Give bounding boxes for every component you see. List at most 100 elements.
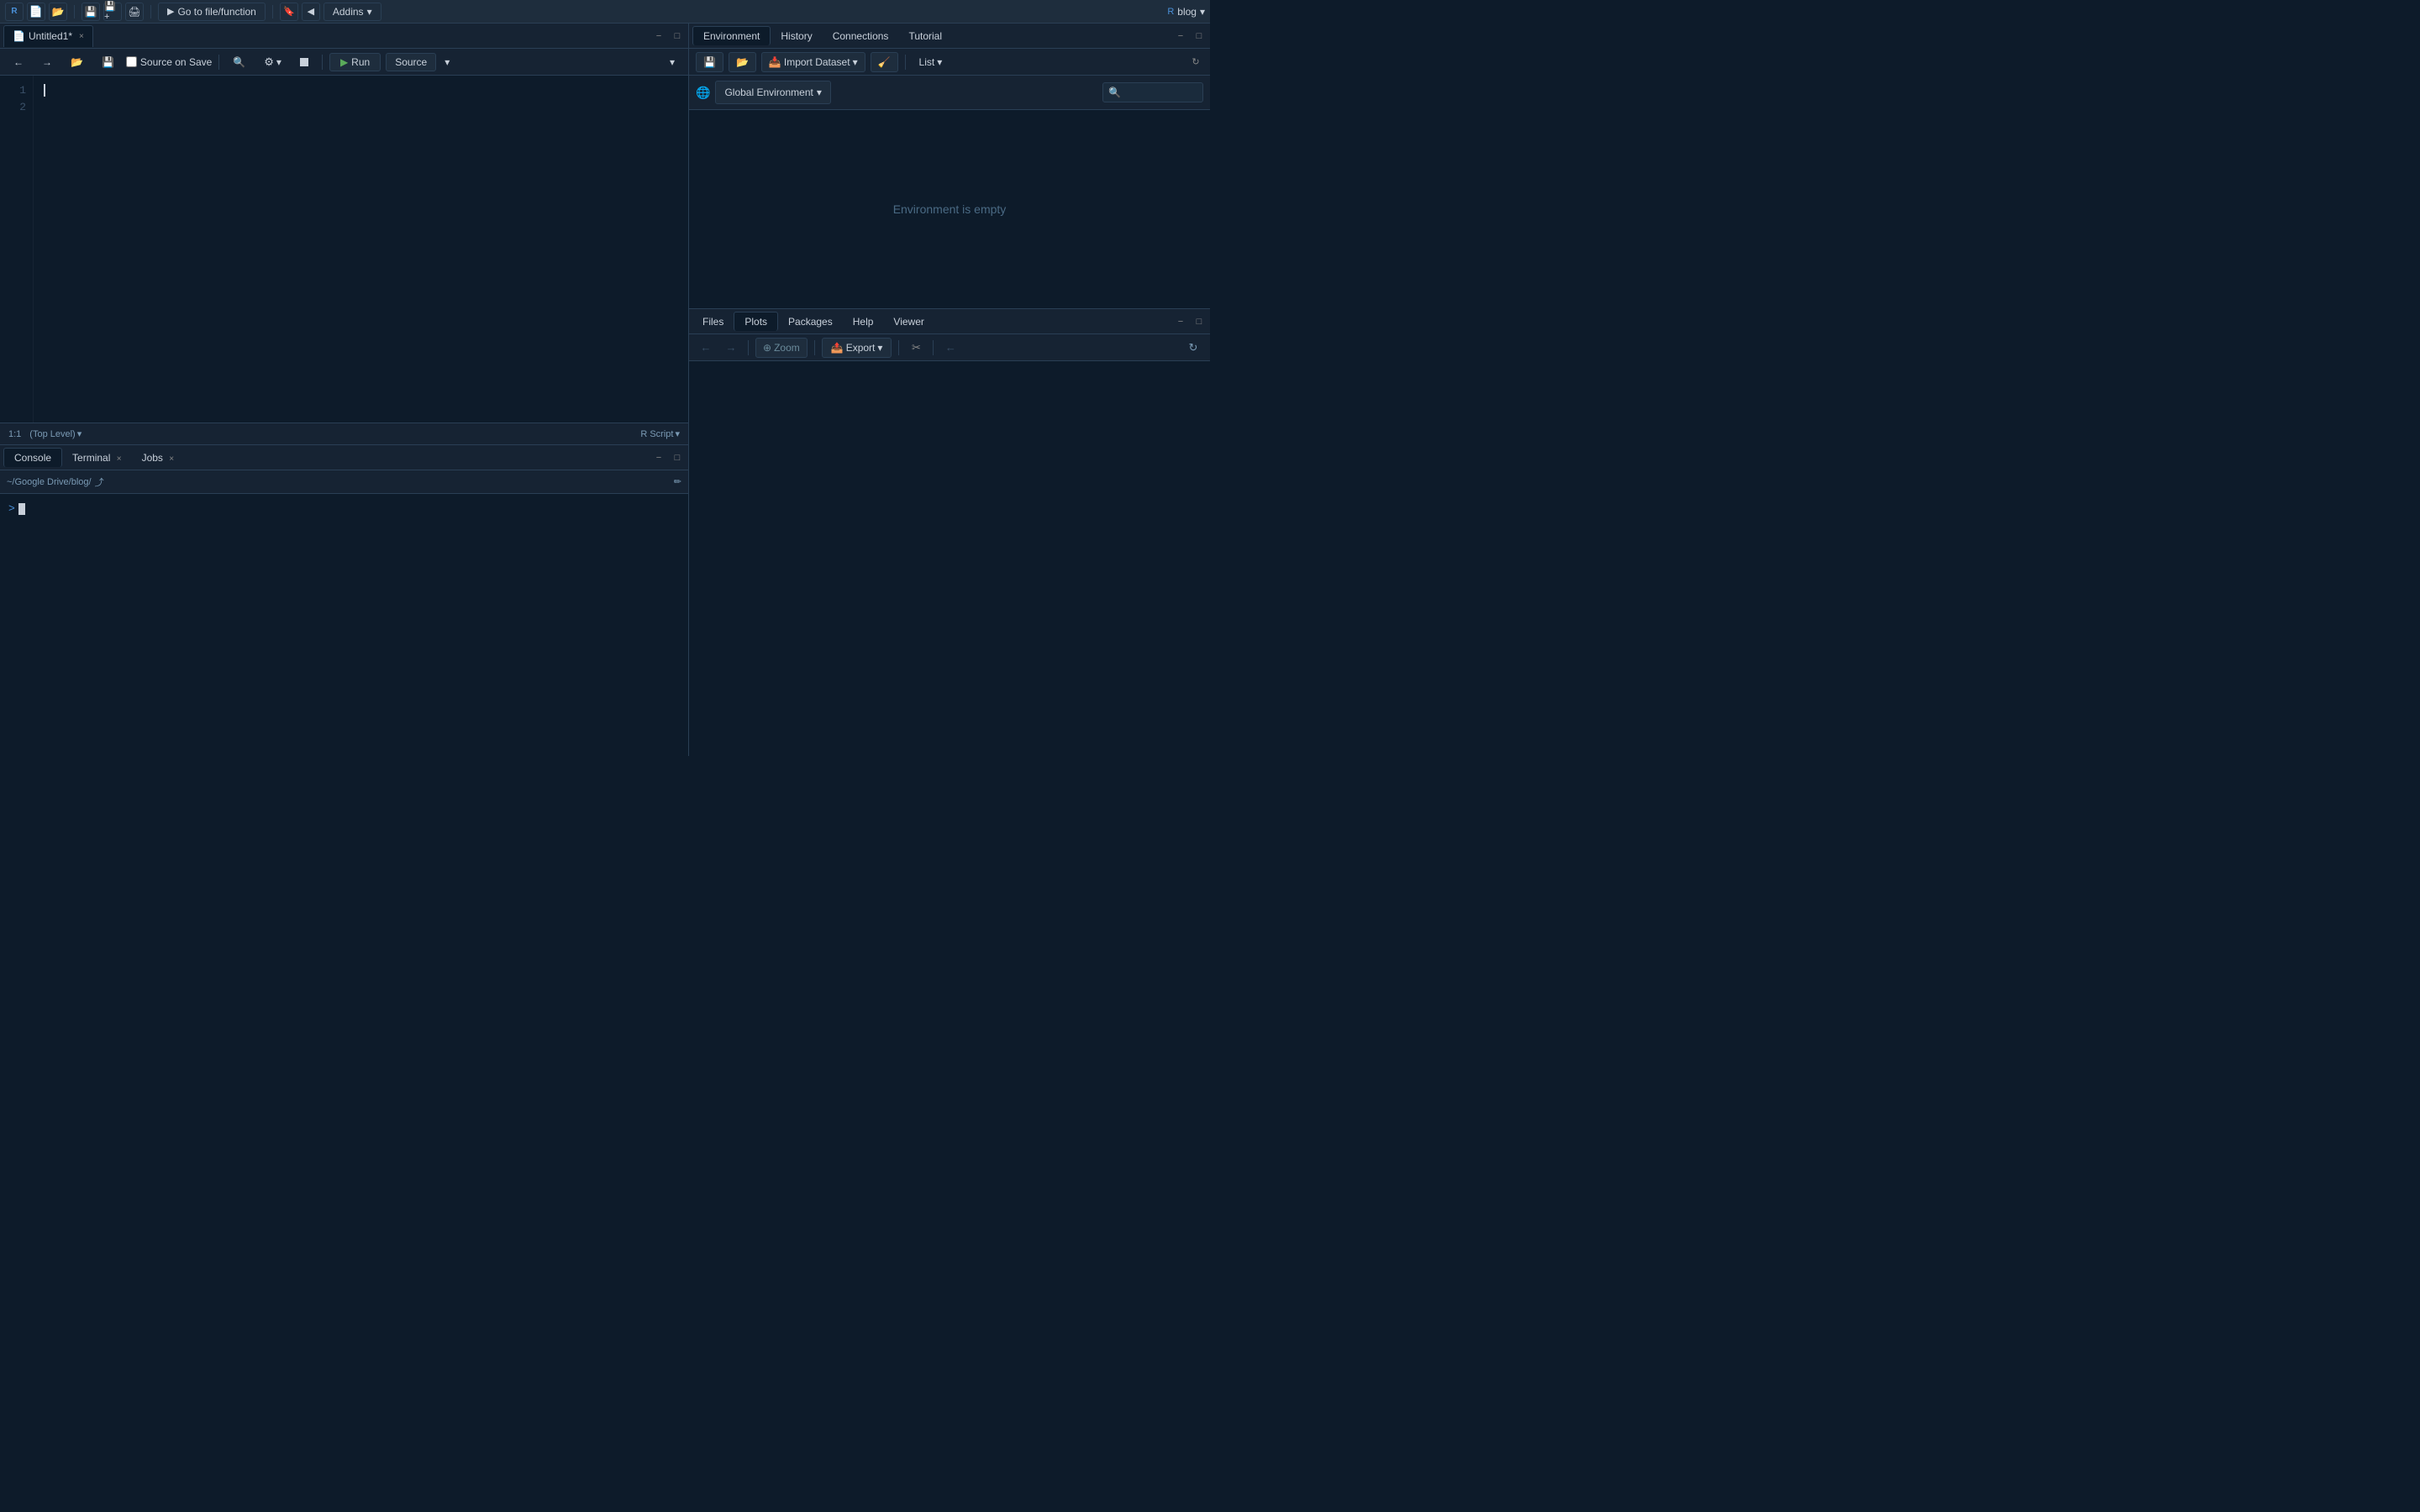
back-nav-button[interactable]: ◀ [302,3,320,21]
env-save-icon: 💾 [703,56,716,68]
env-save-button[interactable]: 💾 [696,52,723,72]
files-collapse-button[interactable]: − [1173,314,1188,329]
editor-tabbar: 📄 Untitled1* × − □ [0,24,688,49]
console-collapse-button[interactable]: − [651,450,666,465]
stop-button[interactable] [293,52,315,72]
files-maximize-button[interactable]: □ [1192,314,1207,329]
delete-plot-button[interactable]: ✂ [906,338,926,358]
env-refresh-button[interactable]: ↻ [1188,55,1203,70]
env-tab-environment[interactable]: Environment [692,26,771,45]
plots-refresh-button[interactable]: ↻ [1183,338,1203,358]
collapse-button[interactable]: − [651,29,666,44]
new-file-button[interactable]: 📄 [27,3,45,21]
run-button[interactable]: ▶ Run [329,53,381,71]
files-sep4 [933,340,934,355]
save-toolbar-button[interactable]: 💾 [95,52,121,72]
script-type-arrow: ▾ [675,428,680,439]
source-on-save-checkbox[interactable] [126,56,137,67]
env-tab-environment-label: Environment [703,30,760,42]
global-env-label: Global Environment [724,87,813,98]
console-maximize-button[interactable]: □ [670,450,685,465]
back-button[interactable]: ← [7,52,30,72]
env-tab-history[interactable]: History [771,27,822,45]
files-tab-plots[interactable]: Plots [734,312,778,331]
global-env-arrow: ▾ [817,87,822,98]
global-env-dropdown[interactable]: Global Environment ▾ [715,81,830,104]
save-icon: 💾 [102,56,114,68]
files-content [689,361,1210,756]
terminal-tab-close[interactable]: × [117,454,122,464]
format-icon: ▾ [670,56,675,68]
print-button[interactable]: 🖨 [125,3,144,21]
maximize-button[interactable]: □ [670,29,685,44]
code-tools-button[interactable]: ⚙ ▾ [257,52,288,72]
files-tab-packages[interactable]: Packages [778,312,843,331]
files-tab-files[interactable]: Files [692,312,734,331]
open-button[interactable]: 📂 [49,3,67,21]
go-to-function-button[interactable]: ▶ Go to file/function [158,3,266,21]
format-button[interactable]: ▾ [663,52,681,72]
files-tab-files-label: Files [702,316,723,328]
code-editor[interactable]: 1 2 [0,76,688,423]
console-path-link-icon[interactable]: ⤴ [95,475,104,489]
separator [74,5,75,18]
env-tab-tutorial-label: Tutorial [908,30,942,42]
terminal-tab[interactable]: Terminal × [62,449,132,467]
folder-button[interactable]: 📂 [64,52,90,72]
source-label: Source [395,56,427,68]
bookmark-button[interactable]: 🔖 [280,3,298,21]
env-search-input[interactable] [1102,82,1203,102]
prev-plot-button[interactable]: ← [940,338,960,358]
source-button[interactable]: Source [386,53,436,71]
env-import-button[interactable]: 📥 Import Dataset ▾ [761,52,865,72]
export-button[interactable]: 📤 Export ▾ [822,338,892,358]
source-on-save-label[interactable]: Source on Save [126,56,212,68]
r-logo[interactable]: R [5,3,24,21]
env-collapse-button[interactable]: − [1173,29,1188,44]
env-tab-tutorial[interactable]: Tutorial [898,27,952,45]
console-edit-icon[interactable]: ✏ [674,476,681,487]
jobs-tab-close[interactable]: × [169,454,174,464]
zoom-label: Zoom [774,342,800,354]
top-level-dropdown[interactable]: (Top Level) ▾ [29,428,82,439]
console-content[interactable]: > [0,494,688,756]
files-tab-help[interactable]: Help [843,312,884,331]
right-panel: Environment History Connections Tutorial… [689,24,1210,756]
files-tab-viewer[interactable]: Viewer [883,312,934,331]
stop-icon [300,58,308,66]
plots-back-button[interactable]: ← [696,338,716,358]
tab-label: Untitled1* [29,30,72,42]
plots-forward-button[interactable]: → [721,338,741,358]
zoom-button[interactable]: ⊕ Zoom [755,338,808,358]
script-type-dropdown[interactable]: R Script ▾ [640,428,680,439]
source-dropdown-button[interactable]: ▾ [441,52,453,72]
code-content[interactable] [34,76,688,423]
env-tab-history-label: History [781,30,812,42]
console-prompt-line: > [8,502,680,515]
save-all-button[interactable]: 💾+ [103,3,122,21]
zoom-icon: ⊕ [763,342,771,354]
env-maximize-button[interactable]: □ [1192,29,1207,44]
code-tools-icon: ⚙ [264,55,274,69]
toolbar-right: ▾ [663,52,681,72]
env-folder-button[interactable]: 📂 [729,52,756,72]
jobs-tab[interactable]: Jobs × [132,449,185,467]
console-tab[interactable]: Console [3,448,62,467]
files-section: Files Plots Packages Help Viewer − □ [689,309,1210,756]
console-section: Console Terminal × Jobs × − □ ~/Goog [0,445,688,756]
env-list-button[interactable]: List ▾ [913,52,950,72]
editor-tab-untitled1[interactable]: 📄 Untitled1* × [3,25,93,47]
env-tab-controls: − □ [1173,29,1207,44]
forward-icon: → [42,56,52,68]
console-tab-controls: − □ [651,450,685,465]
env-content: Environment is empty [689,110,1210,308]
forward-button[interactable]: → [35,52,59,72]
addins-button[interactable]: Addins ▾ [324,3,381,21]
tab-close-button[interactable]: × [79,32,84,41]
env-tab-connections-label: Connections [833,30,889,42]
search-toolbar-button[interactable]: 🔍 [226,52,252,72]
top-level-label: (Top Level) [29,429,75,439]
env-broom-button[interactable]: 🧹 [871,52,898,72]
save-button[interactable]: 💾 [82,3,100,21]
env-tab-connections[interactable]: Connections [823,27,899,45]
